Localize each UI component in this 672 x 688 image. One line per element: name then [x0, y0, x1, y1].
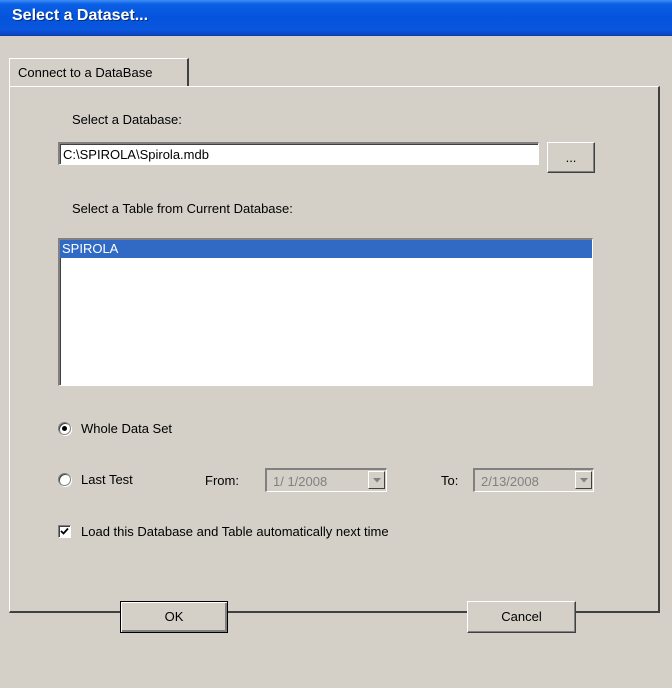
title-bar[interactable]: Select a Dataset... [0, 0, 672, 36]
from-dropdown-button[interactable] [368, 471, 385, 489]
database-path-value: C:\SPIROLA\Spirola.mdb [63, 147, 209, 162]
database-label: Select a Database: [72, 112, 182, 127]
check-icon [60, 527, 69, 535]
chevron-down-icon [580, 478, 588, 483]
cancel-button[interactable]: Cancel [467, 601, 576, 633]
cancel-button-label: Cancel [501, 609, 542, 624]
last-test-label[interactable]: Last Test [81, 472, 133, 487]
dialog-client-area: Connect to a DataBase Select a Database:… [0, 36, 672, 688]
table-listbox[interactable]: SPIROLA [58, 238, 593, 386]
to-date-value: 2/13/2008 [481, 474, 539, 489]
to-date-picker[interactable]: 2/13/2008 [473, 468, 594, 492]
whole-data-set-label[interactable]: Whole Data Set [81, 421, 172, 436]
autoload-label[interactable]: Load this Database and Table automatical… [81, 524, 389, 539]
dialog-window: Select a Dataset... Connect to a DataBas… [0, 0, 672, 688]
to-dropdown-button[interactable] [575, 471, 592, 489]
tab-connect-database[interactable]: Connect to a DataBase [9, 58, 189, 86]
autoload-checkbox[interactable] [58, 525, 71, 538]
ok-button[interactable]: OK [120, 601, 228, 633]
chevron-down-icon [373, 478, 381, 483]
last-test-radio[interactable] [58, 473, 71, 486]
browse-button[interactable]: ... [547, 142, 595, 173]
from-label: From: [205, 473, 239, 488]
from-date-value: 1/ 1/2008 [273, 474, 328, 489]
window-title: Select a Dataset... [12, 7, 149, 24]
tab-label: Connect to a DataBase [18, 65, 153, 80]
table-label: Select a Table from Current Database: [72, 201, 293, 216]
to-label: To: [441, 473, 459, 488]
table-list-item[interactable]: SPIROLA [60, 240, 592, 258]
from-date-picker[interactable]: 1/ 1/2008 [265, 468, 387, 492]
ok-button-label: OK [164, 609, 184, 624]
browse-button-label: ... [565, 150, 577, 165]
radio-selected-dot [62, 426, 67, 431]
database-path-input[interactable]: C:\SPIROLA\Spirola.mdb [58, 142, 539, 165]
whole-data-set-radio[interactable] [58, 422, 71, 435]
tab-panel: Select a Database: C:\SPIROLA\Spirola.md… [9, 86, 660, 613]
